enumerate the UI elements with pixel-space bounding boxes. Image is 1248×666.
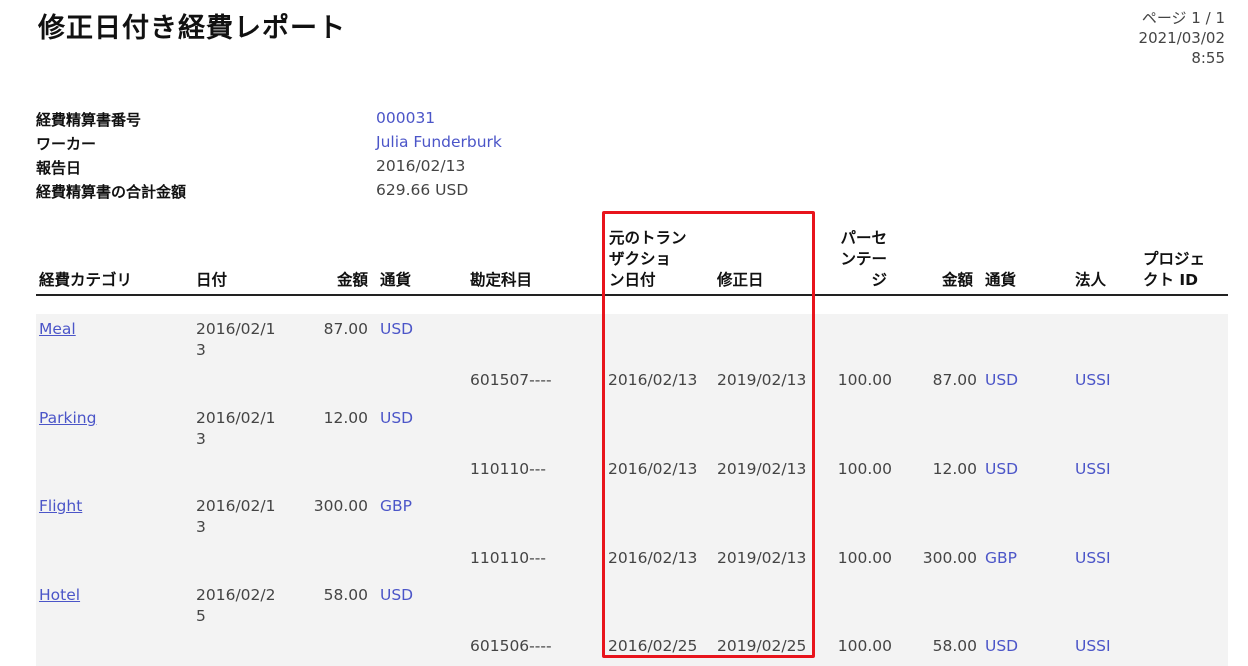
row-amount: 12.00 bbox=[323, 409, 368, 427]
category-link[interactable]: Parking bbox=[39, 408, 96, 429]
row-amount: 300.00 bbox=[313, 497, 368, 515]
row-date-line2: 5 bbox=[196, 607, 206, 625]
row-amount2: 58.00 bbox=[932, 637, 977, 655]
row-currency2[interactable]: GBP bbox=[985, 548, 1017, 569]
header-currency2: 通貨 bbox=[985, 271, 1017, 289]
row-percent: 100.00 bbox=[837, 637, 892, 655]
category-link[interactable]: Meal bbox=[39, 319, 76, 340]
header-amount2: 金額 bbox=[941, 271, 973, 289]
header-entity: 法人 bbox=[1075, 271, 1107, 289]
summary-value-report-number[interactable]: 000031 bbox=[376, 109, 435, 127]
print-date: 2021/03/02 bbox=[1138, 29, 1225, 47]
row-currency[interactable]: USD bbox=[380, 319, 413, 340]
summary-label-total: 経費精算書の合計金額 bbox=[36, 183, 187, 201]
header-date: 日付 bbox=[196, 271, 228, 289]
row-currency2[interactable]: USD bbox=[985, 459, 1018, 480]
row-account: 110110--- bbox=[470, 460, 546, 478]
row-entity[interactable]: USSI bbox=[1075, 548, 1111, 569]
row-percent: 100.00 bbox=[837, 371, 892, 389]
report-title: 修正日付き経費レポート bbox=[38, 13, 346, 44]
row-currency[interactable]: USD bbox=[380, 585, 413, 606]
row-date-line2: 3 bbox=[196, 430, 206, 448]
row-date-line1: 2016/02/2 bbox=[196, 586, 276, 604]
row-amount: 87.00 bbox=[323, 320, 368, 338]
row-amount2: 12.00 bbox=[932, 460, 977, 478]
summary-value-report-date: 2016/02/13 bbox=[376, 157, 466, 175]
row-currency[interactable]: GBP bbox=[380, 496, 412, 517]
row-date-line1: 2016/02/1 bbox=[196, 409, 276, 427]
row-date-line2: 3 bbox=[196, 341, 206, 359]
header-project-line1: プロジェ bbox=[1143, 250, 1206, 268]
print-time: 8:55 bbox=[1191, 49, 1225, 67]
category-link[interactable]: Flight bbox=[39, 496, 82, 517]
row-account: 601507---- bbox=[470, 371, 552, 389]
header-percent-line3: ジ bbox=[871, 271, 887, 289]
row-currency2[interactable]: USD bbox=[985, 636, 1018, 657]
row-percent: 100.00 bbox=[837, 460, 892, 478]
row-date-line1: 2016/02/1 bbox=[196, 497, 276, 515]
row-date-line2: 3 bbox=[196, 518, 206, 536]
page-number: ページ 1 / 1 bbox=[1141, 9, 1225, 27]
summary-value-worker[interactable]: Julia Funderburk bbox=[376, 133, 502, 151]
highlight-box bbox=[602, 211, 815, 658]
header-account: 勘定科目 bbox=[470, 271, 533, 289]
header-percent-line2: ンテー bbox=[840, 250, 887, 268]
row-entity[interactable]: USSI bbox=[1075, 636, 1111, 657]
header-amount: 金額 bbox=[336, 271, 368, 289]
row-account: 110110--- bbox=[470, 549, 546, 567]
row-currency[interactable]: USD bbox=[380, 408, 413, 429]
header-currency: 通貨 bbox=[380, 271, 412, 289]
summary-label-report-number: 経費精算書番号 bbox=[36, 111, 142, 129]
header-category: 経費カテゴリ bbox=[39, 271, 133, 289]
row-amount2: 300.00 bbox=[922, 549, 977, 567]
page-info: ページ 1 / 1 2021/03/02 8:55 bbox=[1139, 8, 1225, 68]
summary-label-report-date: 報告日 bbox=[36, 159, 82, 177]
row-date-line1: 2016/02/1 bbox=[196, 320, 276, 338]
summary-label-worker: ワーカー bbox=[36, 135, 97, 153]
category-link[interactable]: Hotel bbox=[39, 585, 80, 606]
row-currency2[interactable]: USD bbox=[985, 370, 1018, 391]
header-project-line2: クト ID bbox=[1143, 271, 1199, 289]
row-account: 601506---- bbox=[470, 637, 552, 655]
row-percent: 100.00 bbox=[837, 549, 892, 567]
row-entity[interactable]: USSI bbox=[1075, 459, 1111, 480]
row-amount2: 87.00 bbox=[932, 371, 977, 389]
row-entity[interactable]: USSI bbox=[1075, 370, 1111, 391]
row-amount: 58.00 bbox=[323, 586, 368, 604]
summary-value-total: 629.66 USD bbox=[376, 181, 469, 199]
header-percent-line1: パーセ bbox=[840, 229, 887, 247]
